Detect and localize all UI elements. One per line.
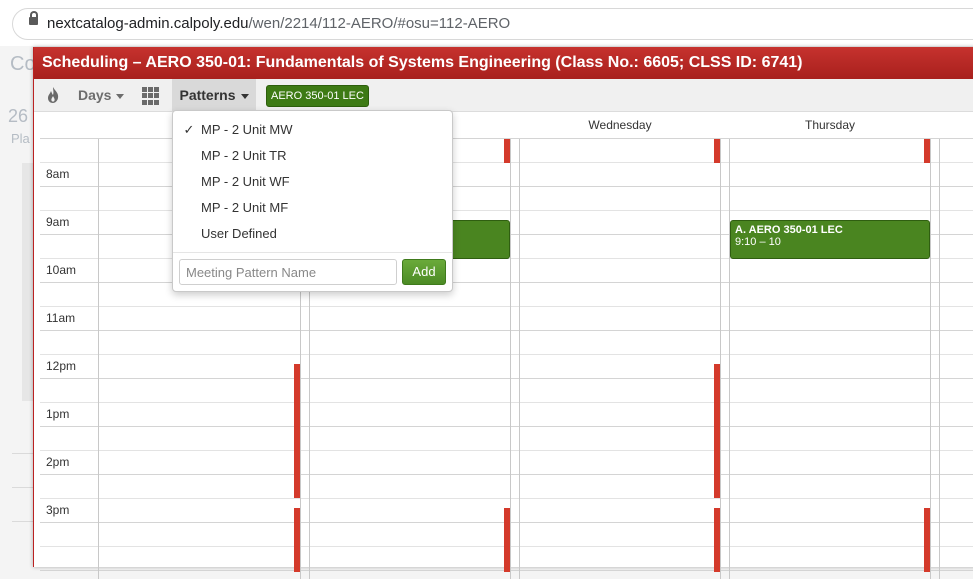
event-title: A. AERO 350-01 LEC	[735, 224, 843, 236]
menu-item-mp-2-unit-tr[interactable]: MP - 2 Unit TR	[173, 143, 452, 169]
time-label: 9am	[46, 215, 70, 229]
menu-item-mp-2-unit-mf[interactable]: MP - 2 Unit MF	[173, 195, 452, 221]
background-number: 26	[8, 106, 29, 126]
menu-item-mp-2-unit-mw[interactable]: ✓ MP - 2 Unit MW	[173, 117, 452, 143]
menu-item-user-defined[interactable]: User Defined	[173, 221, 452, 247]
grid-line	[40, 378, 973, 379]
grid-line	[40, 306, 973, 307]
section-tag[interactable]: AERO 350-01 LEC	[266, 85, 369, 107]
column-divider	[98, 139, 99, 579]
grid-line	[40, 450, 973, 451]
patterns-menu: ✓ MP - 2 Unit MW MP - 2 Unit TR MP - 2 U…	[172, 110, 453, 292]
grid-line	[40, 354, 973, 355]
dialog-title[interactable]: Scheduling – AERO 350-01: Fundamentals o…	[34, 47, 973, 79]
unavailable-marker	[294, 364, 300, 498]
event-block-thursday[interactable]: A. AERO 350-01 LEC 9:10 – 10	[730, 220, 930, 259]
unavailable-marker	[714, 364, 720, 498]
event-time: 9:10 – 10	[735, 236, 781, 248]
flame-icon[interactable]	[46, 79, 62, 111]
column-divider	[519, 139, 520, 579]
menu-divider	[173, 252, 452, 253]
column-divider	[729, 139, 730, 579]
grid-line	[40, 498, 973, 499]
background-heading: Co	[10, 53, 36, 75]
background-label: Pla	[11, 131, 30, 146]
time-label: 3pm	[46, 503, 70, 517]
menu-item-mp-2-unit-wf[interactable]: MP - 2 Unit WF	[173, 169, 452, 195]
caret-down-icon	[240, 93, 249, 99]
days-dropdown[interactable]: Days	[78, 79, 125, 111]
add-button[interactable]: Add	[402, 259, 446, 285]
time-label: 8am	[46, 167, 70, 181]
column-divider	[720, 139, 721, 579]
grid-view-icon[interactable]	[142, 87, 162, 105]
scheduling-toolbar: Days Patterns	[34, 79, 973, 112]
day-header-wednesday: Wednesday	[588, 118, 652, 132]
column-divider	[930, 139, 931, 579]
unavailable-marker	[714, 139, 720, 163]
background-divider	[12, 521, 34, 522]
unavailable-marker	[294, 508, 300, 572]
patterns-dropdown[interactable]: Patterns	[172, 79, 256, 111]
time-label: 10am	[46, 263, 77, 277]
time-label: 1pm	[46, 407, 70, 421]
grid-line	[40, 330, 973, 331]
time-label: 11am	[46, 311, 76, 325]
day-header-thursday: Thursday	[804, 118, 856, 132]
grid-line	[40, 426, 973, 427]
time-label: 12pm	[46, 359, 77, 373]
background-divider	[12, 453, 34, 454]
unavailable-marker	[504, 508, 510, 572]
unavailable-marker	[924, 139, 930, 163]
unavailable-marker	[714, 508, 720, 572]
grid-line	[40, 402, 973, 403]
unavailable-marker	[504, 139, 510, 163]
time-label: 2pm	[46, 455, 70, 469]
checkmark-icon: ✓	[183, 122, 195, 137]
url-text[interactable]: nextcatalog-admin.calpoly.edu/wen/2214/1…	[47, 15, 510, 32]
background-divider	[12, 487, 34, 488]
grid-line	[40, 474, 973, 475]
address-field[interactable]: nextcatalog-admin.calpoly.edu/wen/2214/1…	[12, 8, 973, 40]
browser-url-bar: nextcatalog-admin.calpoly.edu/wen/2214/1…	[0, 0, 973, 46]
lock-icon	[29, 11, 38, 25]
column-divider	[510, 139, 511, 579]
caret-down-icon	[116, 93, 125, 99]
unavailable-marker	[924, 508, 930, 572]
column-divider	[939, 139, 940, 579]
meeting-pattern-name-input[interactable]	[179, 259, 397, 285]
